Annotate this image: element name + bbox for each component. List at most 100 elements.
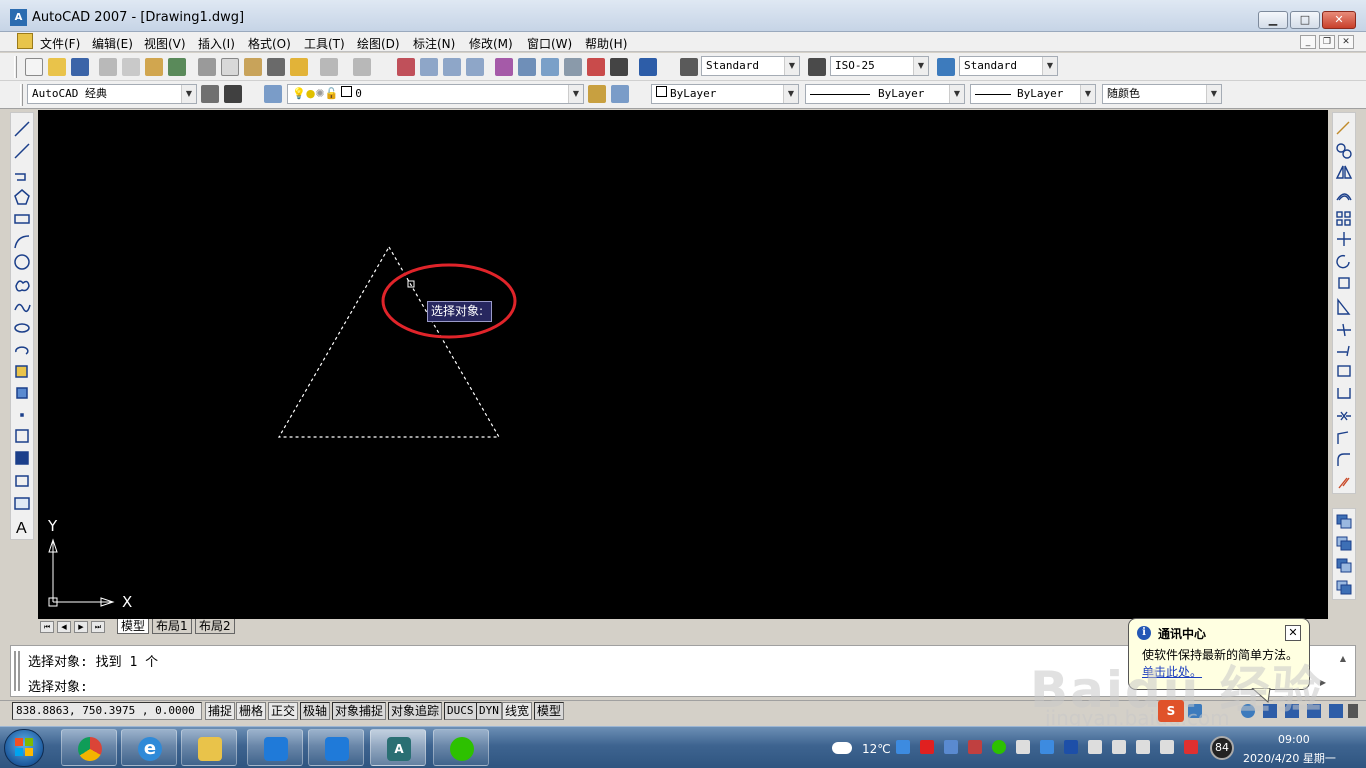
taskbar-chrome[interactable] bbox=[61, 729, 117, 766]
next-tab-button[interactable]: ▶ bbox=[74, 621, 88, 633]
ime-sogou-icon[interactable]: S bbox=[1158, 700, 1184, 722]
menu-help[interactable]: 帮助(H) bbox=[585, 35, 627, 52]
copy-icon[interactable] bbox=[221, 58, 239, 76]
tray-tool-icon[interactable] bbox=[1016, 740, 1030, 754]
power-icon[interactable] bbox=[1160, 740, 1174, 754]
menu-tools[interactable]: 工具(T) bbox=[304, 35, 345, 52]
tab-model[interactable]: 模型 bbox=[117, 619, 150, 634]
plot-preview-icon[interactable] bbox=[122, 58, 140, 76]
sheet-set-icon[interactable] bbox=[564, 58, 582, 76]
text-style-icon[interactable] bbox=[680, 58, 698, 76]
device-icon[interactable] bbox=[1112, 740, 1126, 754]
lineweight-select[interactable]: ByLayer ▼ bbox=[970, 84, 1096, 104]
menu-window[interactable]: 窗口(W) bbox=[527, 35, 572, 52]
cut-icon[interactable] bbox=[198, 58, 216, 76]
properties-icon[interactable] bbox=[495, 58, 513, 76]
match-properties-icon[interactable] bbox=[267, 58, 285, 76]
taskbar-security-2[interactable] bbox=[308, 729, 364, 766]
tray-shield2-icon[interactable] bbox=[1040, 740, 1054, 754]
tray-shield-icon[interactable] bbox=[896, 740, 910, 754]
taskbar-autocad[interactable]: A bbox=[370, 729, 426, 766]
menu-file[interactable]: 文件(F) bbox=[40, 35, 80, 52]
doc-minimize-button[interactable]: _ bbox=[1300, 35, 1316, 49]
lineweight-toggle[interactable]: 线宽 bbox=[502, 702, 533, 720]
mute-icon[interactable] bbox=[1184, 740, 1198, 754]
pan-icon[interactable] bbox=[397, 58, 415, 76]
calculator-icon[interactable] bbox=[610, 58, 628, 76]
toolbar-grip[interactable] bbox=[20, 84, 23, 106]
table-style-select[interactable]: Standard ▼ bbox=[959, 56, 1058, 76]
autocad-app-icon[interactable]: A bbox=[10, 9, 27, 26]
command-grip[interactable] bbox=[14, 651, 20, 691]
weather-cloud-icon[interactable] bbox=[832, 742, 852, 754]
bluetooth-icon[interactable] bbox=[1064, 740, 1078, 754]
layer-select[interactable]: 💡●✺🔓 0 ▼ bbox=[287, 84, 584, 104]
document-icon[interactable] bbox=[17, 33, 33, 49]
last-tab-button[interactable]: ⏭ bbox=[91, 621, 105, 633]
volume-icon[interactable] bbox=[1088, 740, 1102, 754]
grid-toggle[interactable]: 栅格 bbox=[236, 702, 267, 720]
plotstyle-select[interactable]: 随颜色 ▼ bbox=[1102, 84, 1222, 104]
publish-icon[interactable] bbox=[145, 58, 163, 76]
balloon-close-button[interactable]: ✕ bbox=[1285, 625, 1301, 641]
color-select[interactable]: ByLayer ▼ bbox=[651, 84, 799, 104]
tab-layout2[interactable]: 布局2 bbox=[195, 619, 235, 634]
otrack-toggle[interactable]: 对象追踪 bbox=[388, 702, 443, 720]
doc-restore-button[interactable]: ❐ bbox=[1319, 35, 1335, 49]
3d-dwf-icon[interactable] bbox=[168, 58, 186, 76]
redo-icon[interactable] bbox=[353, 58, 371, 76]
minimize-button[interactable]: ▁ bbox=[1258, 11, 1288, 29]
undo-icon[interactable] bbox=[320, 58, 338, 76]
dim-style-select[interactable]: ISO-25 ▼ bbox=[830, 56, 929, 76]
tray-wechat-icon[interactable] bbox=[992, 740, 1006, 754]
clock-date[interactable]: 2020/4/20 星期一 bbox=[1243, 750, 1336, 766]
open-icon[interactable] bbox=[48, 58, 66, 76]
ducs-toggle[interactable]: DUCS bbox=[444, 702, 477, 720]
first-tab-button[interactable]: ⏮ bbox=[40, 621, 54, 633]
menu-modify[interactable]: 修改(M) bbox=[469, 35, 513, 52]
paste-icon[interactable] bbox=[244, 58, 262, 76]
design-center-icon[interactable] bbox=[518, 58, 536, 76]
linetype-select[interactable]: ByLayer ▼ bbox=[805, 84, 965, 104]
clean-screen-icon[interactable] bbox=[1348, 704, 1358, 718]
osnap-toggle[interactable]: 对象捕捉 bbox=[332, 702, 387, 720]
text-style-select[interactable]: Standard ▼ bbox=[701, 56, 800, 76]
command-scroll-up[interactable]: ▲ bbox=[1336, 654, 1350, 668]
snap-toggle[interactable]: 捕捉 bbox=[205, 702, 236, 720]
shirt-icon[interactable] bbox=[1329, 704, 1343, 718]
clock-time[interactable]: 09:00 bbox=[1278, 733, 1310, 746]
taskbar-security-1[interactable] bbox=[247, 729, 303, 766]
maximize-button[interactable]: □ bbox=[1290, 11, 1320, 29]
block-editor-icon[interactable] bbox=[290, 58, 308, 76]
menu-view[interactable]: 视图(V) bbox=[144, 35, 186, 52]
toolbar-grip[interactable] bbox=[14, 56, 17, 78]
polar-toggle[interactable]: 极轴 bbox=[300, 702, 331, 720]
prev-tab-button[interactable]: ◀ bbox=[57, 621, 71, 633]
weather-temperature[interactable]: 12℃ bbox=[862, 742, 891, 756]
tray-badge-icon[interactable]: 84 bbox=[1210, 736, 1234, 760]
coordinate-display[interactable]: 838.8863, 750.3975 , 0.0000 bbox=[12, 702, 202, 720]
tab-layout1[interactable]: 布局1 bbox=[152, 619, 192, 634]
dim-style-icon[interactable] bbox=[808, 58, 826, 76]
help-icon[interactable] bbox=[639, 58, 657, 76]
taskbar-ie[interactable]: e bbox=[121, 729, 177, 766]
taskbar-wechat[interactable] bbox=[433, 729, 489, 766]
tray-antivirus-icon[interactable] bbox=[920, 740, 934, 754]
close-button[interactable]: ✕ bbox=[1322, 11, 1356, 29]
layer-previous-icon[interactable] bbox=[611, 85, 629, 103]
doc-close-button[interactable]: ✕ bbox=[1338, 35, 1354, 49]
plot-icon[interactable] bbox=[99, 58, 117, 76]
command-prompt[interactable]: 选择对象: bbox=[28, 676, 88, 695]
tool-palettes-icon[interactable] bbox=[541, 58, 559, 76]
tray-update-icon[interactable] bbox=[968, 740, 982, 754]
tray-network-icon[interactable] bbox=[944, 740, 958, 754]
markup-icon[interactable] bbox=[587, 58, 605, 76]
taskbar-explorer[interactable] bbox=[181, 729, 237, 766]
display-icon[interactable] bbox=[1136, 740, 1150, 754]
workspace-settings-icon[interactable] bbox=[201, 85, 219, 103]
make-object-layer-current-icon[interactable] bbox=[588, 85, 606, 103]
new-icon[interactable] bbox=[25, 58, 43, 76]
menu-draw[interactable]: 绘图(D) bbox=[357, 35, 400, 52]
menu-format[interactable]: 格式(O) bbox=[248, 35, 291, 52]
save-icon[interactable] bbox=[71, 58, 89, 76]
